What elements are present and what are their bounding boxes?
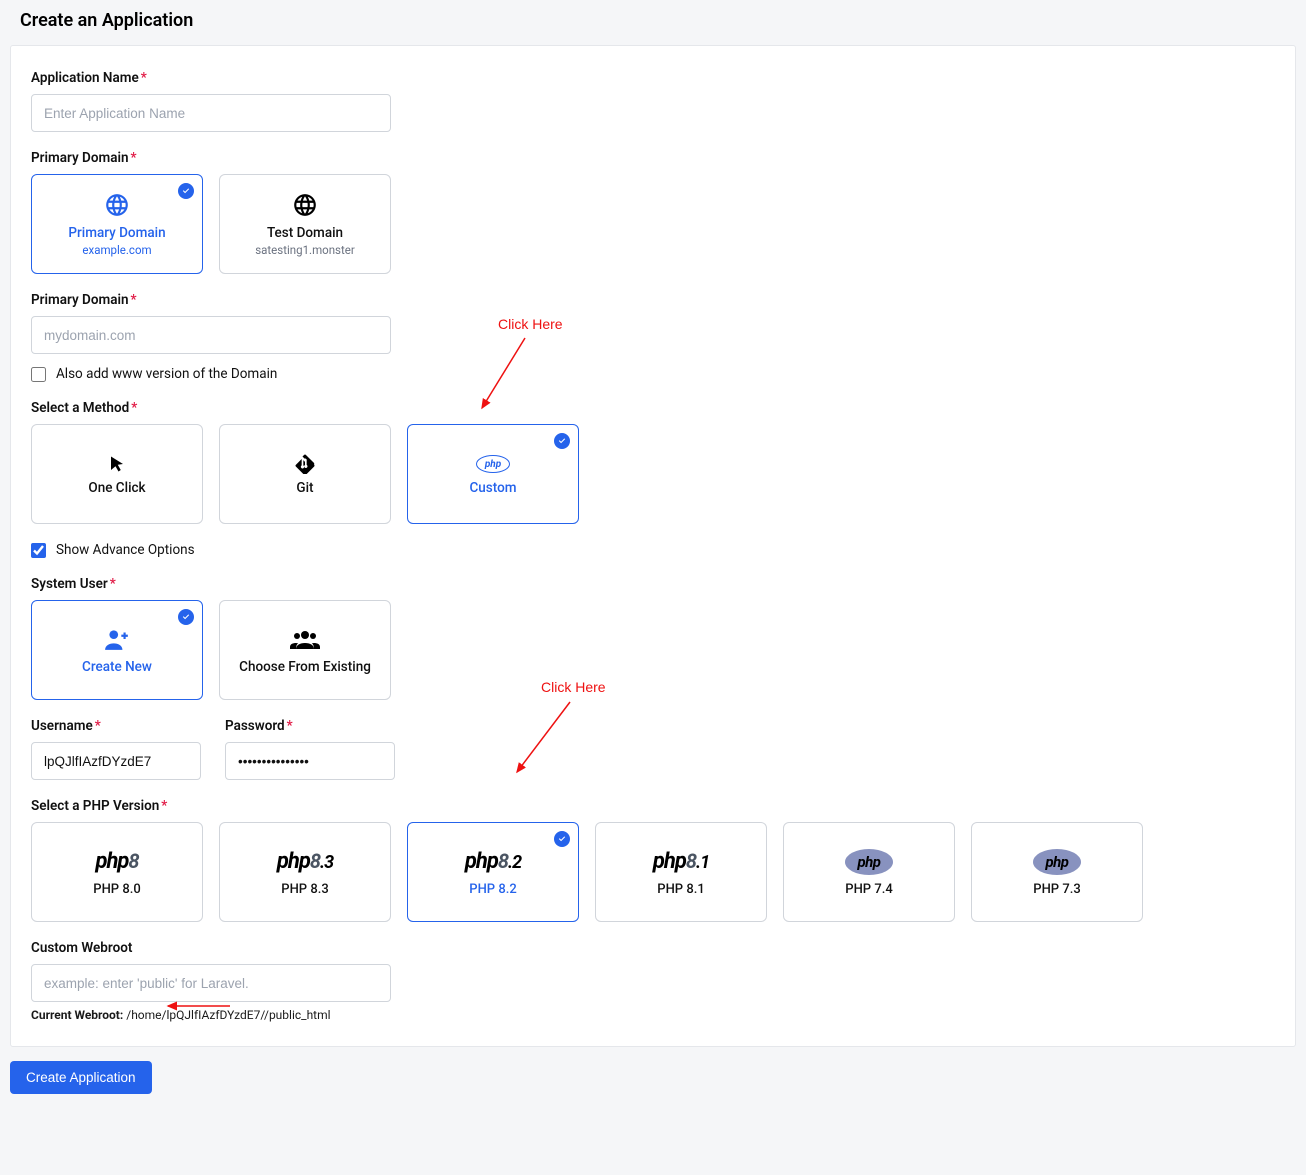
webroot-input[interactable] <box>31 964 391 1002</box>
app-name-label: Application Name* <box>31 70 1275 86</box>
advanced-checkbox[interactable] <box>31 543 46 558</box>
php-card-82[interactable]: php8.2 PHP 8.2 <box>407 822 579 922</box>
php-card-73[interactable]: php PHP 7.3 <box>971 822 1143 922</box>
php-card-83[interactable]: php8.3 PHP 8.3 <box>219 822 391 922</box>
users-icon <box>290 625 320 653</box>
webroot-label: Custom Webroot <box>31 940 1275 956</box>
domain-card-sub: satesting1.monster <box>255 243 355 257</box>
php-card-title: PHP 8.1 <box>657 882 704 897</box>
system-user-label: System User* <box>31 576 1275 592</box>
sysuser-card-existing[interactable]: Choose From Existing <box>219 600 391 700</box>
method-label: Select a Method* <box>31 400 1275 416</box>
php-card-title: PHP 8.0 <box>93 882 140 897</box>
domain-card-sub: example.com <box>82 243 151 257</box>
method-card-title: One Click <box>88 480 145 496</box>
php-logo-icon: php8.1 <box>653 848 709 876</box>
primary-domain-input-label: Primary Domain* <box>31 292 1275 308</box>
advanced-checkbox-label[interactable]: Show Advance Options <box>56 542 195 558</box>
password-label: Password* <box>225 718 395 734</box>
php-version-label: Select a PHP Version* <box>31 798 1275 814</box>
sysuser-card-title: Choose From Existing <box>239 659 371 675</box>
php-logo-icon: php <box>845 848 893 876</box>
password-input[interactable] <box>225 742 395 780</box>
www-checkbox[interactable] <box>31 367 46 382</box>
git-icon <box>295 452 315 476</box>
php-logo-icon: php8.2 <box>465 848 521 876</box>
check-icon <box>178 609 194 625</box>
domain-card-primary[interactable]: Primary Domain example.com <box>31 174 203 274</box>
method-card-git[interactable]: Git <box>219 424 391 524</box>
method-card-title: Git <box>296 480 313 496</box>
cursor-icon <box>108 452 126 476</box>
php-logo-icon: php8.3 <box>277 848 333 876</box>
php-card-74[interactable]: php PHP 7.4 <box>783 822 955 922</box>
php-card-title: PHP 8.3 <box>281 882 328 897</box>
form-panel: Application Name* Primary Domain* Primar… <box>10 45 1296 1047</box>
page-title: Create an Application <box>0 0 1306 45</box>
username-label: Username* <box>31 718 201 734</box>
globe-icon <box>292 191 318 219</box>
globe-icon <box>104 191 130 219</box>
domain-card-title: Test Domain <box>267 225 343 241</box>
sysuser-card-create[interactable]: Create New <box>31 600 203 700</box>
create-application-button[interactable]: Create Application <box>10 1061 152 1094</box>
php-icon: php <box>476 452 510 476</box>
php-logo-icon: php <box>1033 848 1081 876</box>
sysuser-card-title: Create New <box>82 659 152 675</box>
username-input[interactable] <box>31 742 201 780</box>
primary-domain-label: Primary Domain* <box>31 150 1275 166</box>
check-icon <box>178 183 194 199</box>
user-plus-icon <box>104 625 130 653</box>
method-card-title: Custom <box>469 480 516 496</box>
webroot-note: Current Webroot: /home/lpQJlfIAzfDYzdE7/… <box>31 1008 1275 1022</box>
domain-card-test[interactable]: Test Domain satesting1.monster <box>219 174 391 274</box>
app-name-input[interactable] <box>31 94 391 132</box>
www-checkbox-label[interactable]: Also add www version of the Domain <box>56 366 277 382</box>
php-logo-icon: php8 <box>95 848 138 876</box>
check-icon <box>554 433 570 449</box>
check-icon <box>554 831 570 847</box>
php-card-title: PHP 8.2 <box>469 882 516 897</box>
php-card-80[interactable]: php8 PHP 8.0 <box>31 822 203 922</box>
php-card-title: PHP 7.4 <box>845 882 892 897</box>
method-card-custom[interactable]: php Custom <box>407 424 579 524</box>
php-card-81[interactable]: php8.1 PHP 8.1 <box>595 822 767 922</box>
domain-card-title: Primary Domain <box>68 225 165 241</box>
primary-domain-input[interactable] <box>31 316 391 354</box>
php-card-title: PHP 7.3 <box>1033 882 1080 897</box>
method-card-oneclick[interactable]: One Click <box>31 424 203 524</box>
